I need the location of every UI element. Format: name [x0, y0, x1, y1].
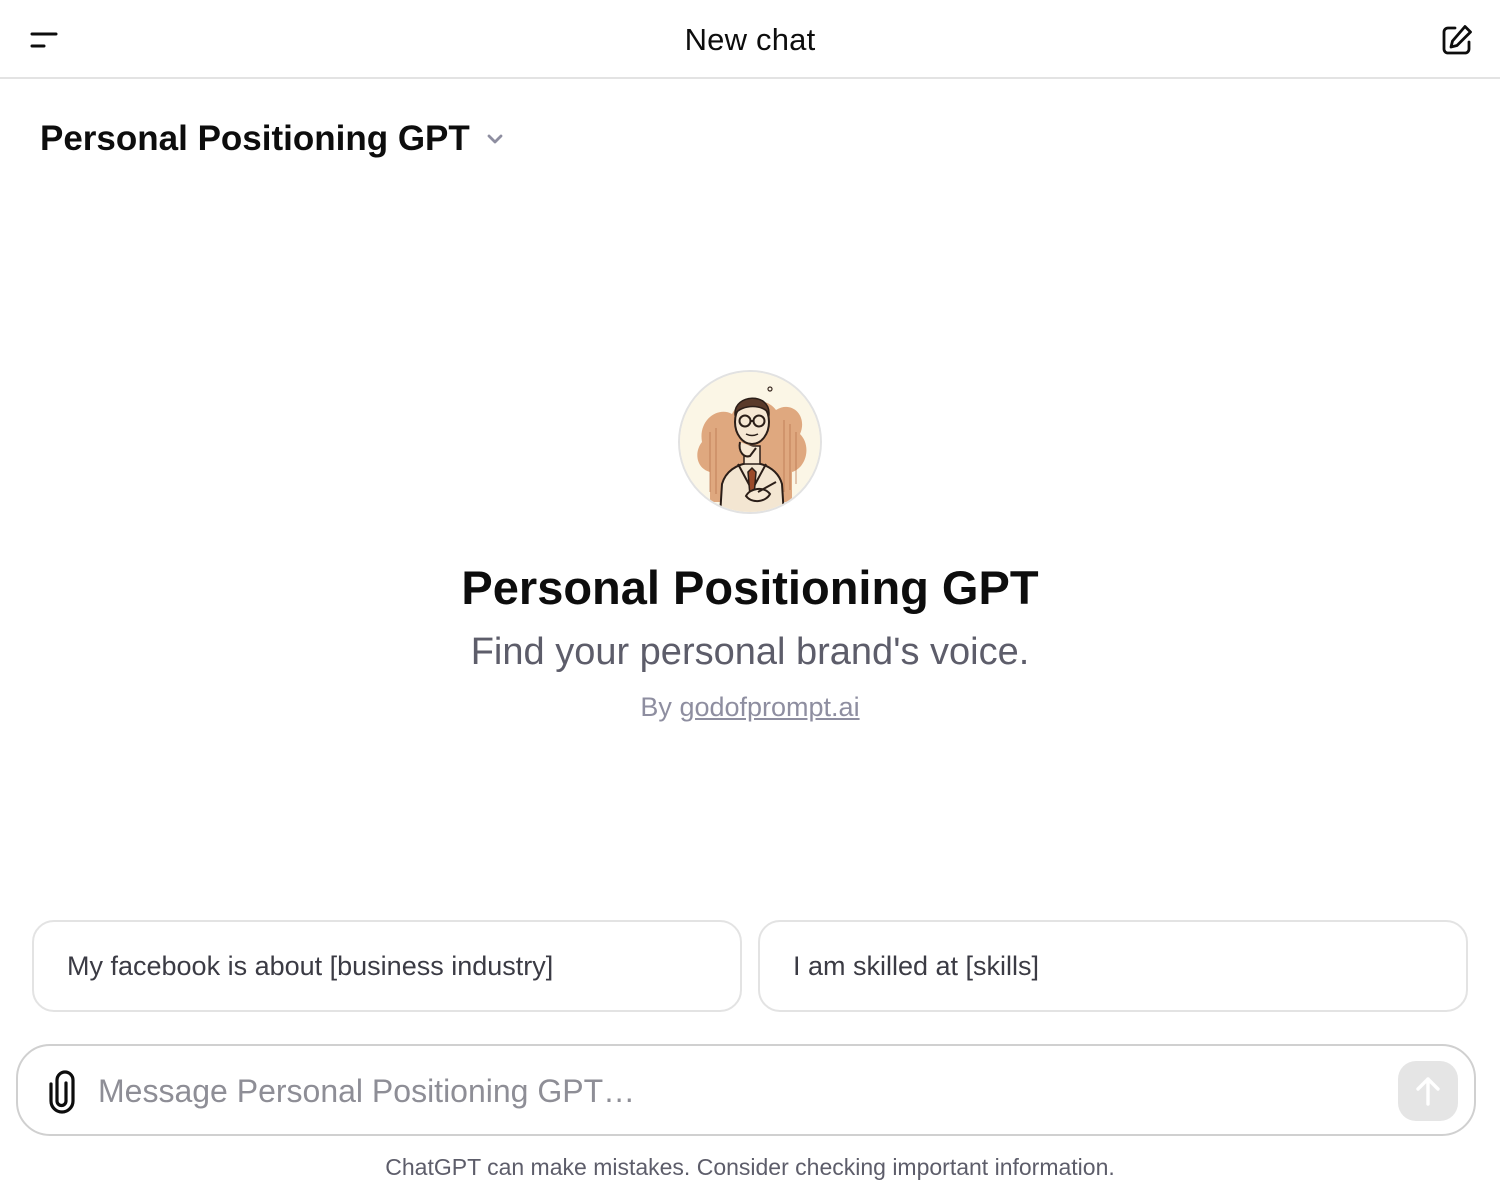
suggestion-card[interactable]: My facebook is about [business industry]	[32, 920, 742, 1012]
man-with-glasses-portrait-icon	[680, 372, 820, 512]
gpt-description: Find your personal brand's voice.	[470, 631, 1030, 673]
arrow-up-icon	[1416, 1077, 1440, 1106]
edit-icon	[1442, 25, 1472, 55]
attach-file-button[interactable]	[40, 1068, 84, 1116]
suggestion-label: I am skilled at [skills]	[793, 950, 1040, 981]
chevron-down-icon	[487, 134, 503, 144]
model-selector[interactable]: Personal Positioning GPT	[40, 114, 506, 164]
top-bar: New chat	[0, 0, 1500, 79]
page-title: New chat	[684, 22, 816, 57]
send-button[interactable]	[1398, 1061, 1458, 1121]
new-chat-button[interactable]	[1434, 18, 1480, 62]
message-composer	[16, 1044, 1476, 1136]
suggestion-card[interactable]: I am skilled at [skills]	[758, 920, 1468, 1012]
gpt-intro: Personal Positioning GPT Find your perso…	[0, 370, 1500, 723]
message-input[interactable]	[98, 1066, 1378, 1116]
disclaimer-text: ChatGPT can make mistakes. Consider chec…	[385, 1154, 1115, 1180]
model-selector-label: Personal Positioning GPT	[40, 119, 470, 158]
suggestion-label: My facebook is about [business industry]	[67, 950, 554, 981]
paperclip-icon	[49, 1070, 75, 1114]
gpt-byline: By godofprompt.ai	[640, 692, 859, 723]
byline-prefix: By	[640, 692, 672, 722]
gpt-avatar	[678, 370, 822, 514]
gpt-name: Personal Positioning GPT	[461, 561, 1039, 614]
author-link[interactable]: godofprompt.ai	[679, 692, 859, 722]
